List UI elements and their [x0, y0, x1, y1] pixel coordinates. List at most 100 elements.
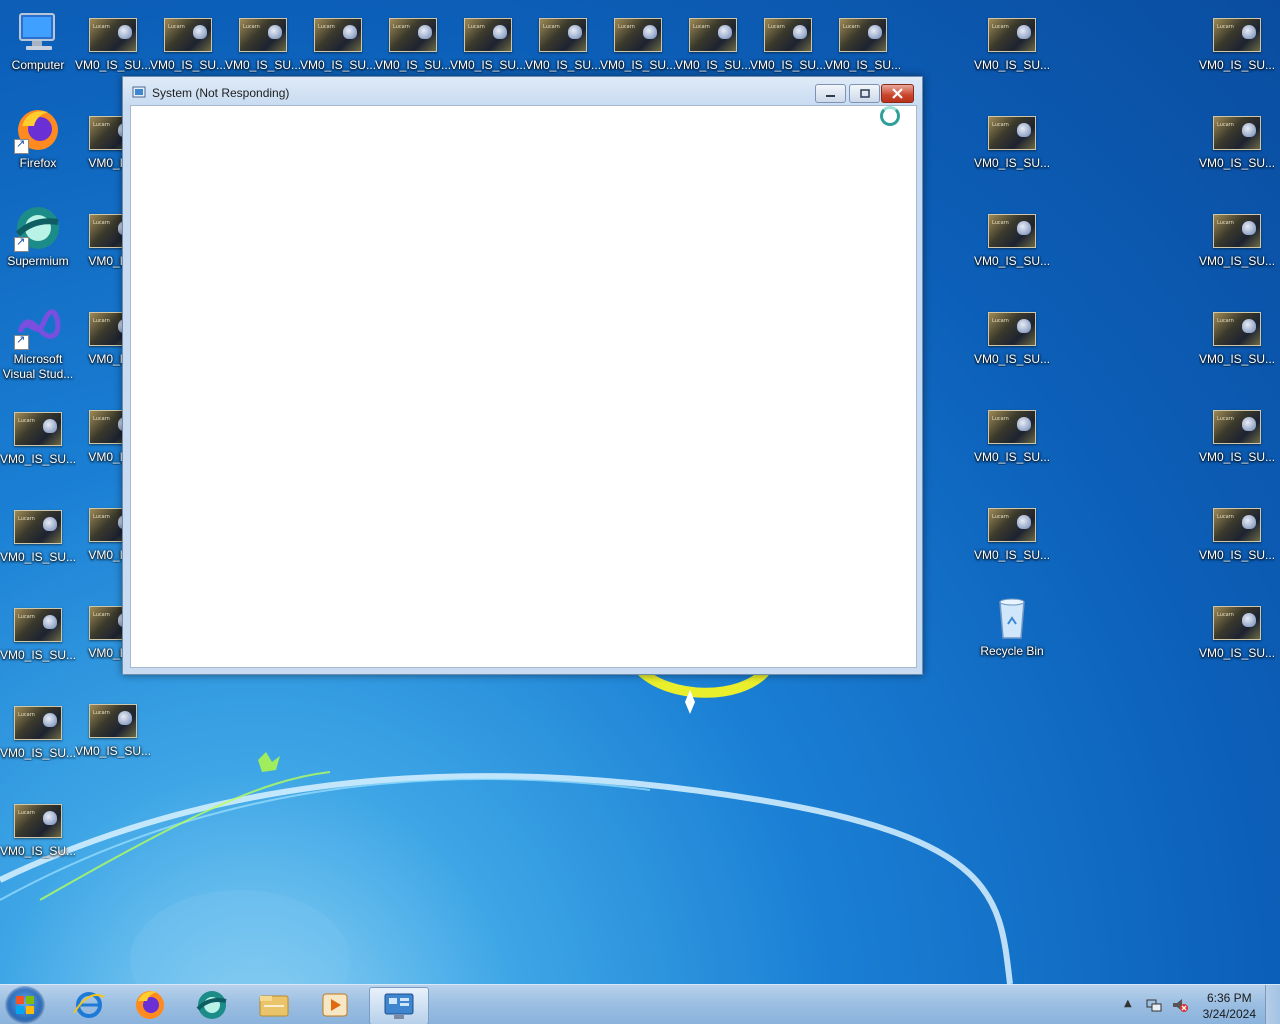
window-titlebar[interactable]: System (Not Responding) [123, 77, 922, 105]
desktop-icon-vm[interactable]: VM0_IS_SU... [974, 14, 1050, 104]
image-thumbnail-icon [988, 410, 1036, 444]
desktop-icon-label: VM0_IS_SU... [1199, 352, 1275, 366]
taskbar-system-window[interactable] [369, 987, 429, 1024]
shortcut-arrow-icon [14, 333, 29, 350]
image-thumbnail-icon [14, 804, 62, 838]
show-desktop-button[interactable] [1265, 985, 1280, 1024]
desktop-icon-vm[interactable]: VM0_IS_SU... [974, 308, 1050, 398]
image-thumbnail-icon [1213, 116, 1261, 150]
desktop-icon-vm[interactable]: VM0_IS_SU... [0, 702, 76, 792]
system-clock[interactable]: 6:36 PM 3/24/2024 [1203, 990, 1256, 1022]
desktop-icon-supermium[interactable]: Supermium [0, 204, 76, 294]
image-thumbnail-icon [239, 18, 287, 52]
image-thumbnail-icon [988, 214, 1036, 248]
desktop-icon-recycle-bin[interactable]: Recycle Bin [974, 594, 1050, 684]
system-window[interactable]: System (Not Responding) [122, 76, 923, 675]
image-thumbnail-icon [1213, 508, 1261, 542]
desktop-icon-label: VM0_IS_SU... [974, 450, 1050, 464]
desktop-icon-label: VM0_IS_SU... [0, 550, 76, 564]
desktop-icon-vm[interactable]: VM0_IS_SU... [0, 506, 76, 596]
desktop-icon-computer[interactable]: Computer [0, 8, 76, 98]
image-thumbnail-icon [1213, 18, 1261, 52]
desktop-icon-label: Microsoft [13, 352, 63, 366]
desktop-icon-label: VM0_IS_SU... [300, 58, 376, 72]
desktop-icon-vm[interactable]: VM0_IS_SU... [1199, 210, 1275, 300]
desktop-icon-vm[interactable]: VM0_IS_SU... [1199, 504, 1275, 594]
taskbar-media-player[interactable] [306, 987, 364, 1023]
desktop-icon-vm[interactable]: VM0_IS_SU... [974, 210, 1050, 300]
window-client-area [130, 105, 917, 668]
desktop-icon-vm[interactable]: VM0_IS_SU... [1199, 14, 1275, 104]
image-thumbnail-icon [988, 116, 1036, 150]
maximize-button[interactable] [849, 84, 880, 103]
recycle-bin-icon [988, 594, 1036, 642]
shortcut-arrow-icon [14, 235, 29, 252]
taskbar-supermium[interactable] [183, 987, 241, 1023]
window-title: System (Not Responding) [152, 86, 290, 100]
desktop-icon-vm[interactable]: VM0_IS_SU... [974, 406, 1050, 496]
desktop-icon-label: VM0_IS_SU... [225, 58, 301, 72]
windows-logo-icon [16, 996, 34, 1014]
shortcut-arrow-icon [14, 137, 29, 154]
desktop-icon-label: VM0_IS_SU... [600, 58, 676, 72]
desktop-icon-label: VM0_IS_SU... [1199, 254, 1275, 268]
taskbar-file-explorer[interactable] [245, 987, 303, 1023]
close-button[interactable] [881, 84, 914, 103]
desktop-icon-label: VM0_IS_SU... [675, 58, 751, 72]
desktop-icon-firefox[interactable]: Firefox [0, 106, 76, 196]
desktop-icon-label: VM0_IS_SU... [450, 58, 526, 72]
desktop-icon-vm[interactable]: VM0_IS_SU... [75, 700, 151, 790]
desktop-icon-label: VM0_IS_SU... [1199, 548, 1275, 562]
desktop-icon-label: VM0_IS_SU... [0, 452, 76, 466]
media-player-icon [322, 993, 348, 1017]
desktop-icon-label: Supermium [7, 254, 69, 268]
desktop-icon-vm[interactable]: VM0_IS_SU... [974, 504, 1050, 594]
desktop-icon-label: VM0_IS_SU... [150, 58, 226, 72]
desktop-icon-vm[interactable]: VM0_IS_SU... [974, 112, 1050, 202]
image-thumbnail-icon [1213, 214, 1261, 248]
desktop-icon-label: VM0_IS_SU... [75, 744, 151, 758]
image-thumbnail-icon [389, 18, 437, 52]
desktop-icon-vm[interactable]: VM0_IS_SU... [1199, 112, 1275, 202]
desktop-icon-vm[interactable]: VM0_IS_SU... [0, 408, 76, 498]
volume-muted-icon[interactable] [1171, 997, 1189, 1013]
desktop-icon-label: VM0_IS_SU... [974, 254, 1050, 268]
desktop[interactable]: Computer Firefox Supermium Microsoft Vis… [0, 0, 1280, 984]
desktop-icon-label: VM0_IS_SU... [750, 58, 826, 72]
folder-icon [259, 995, 289, 1017]
image-thumbnail-icon [314, 18, 362, 52]
desktop-icon-vm[interactable]: VM0_IS_SU... [1199, 602, 1275, 692]
image-thumbnail-icon [464, 18, 512, 52]
desktop-icon-label: VM0_IS_SU... [1199, 156, 1275, 170]
restore-icon [860, 89, 870, 98]
image-thumbnail-icon [689, 18, 737, 52]
minimize-button[interactable] [815, 84, 846, 103]
desktop-icon-vm[interactable]: VM0_IS_SU... [0, 800, 76, 890]
image-thumbnail-icon [89, 18, 137, 52]
desktop-icon-vm[interactable]: VM0_IS_SU... [1199, 308, 1275, 398]
desktop-icon-label: VM0_IS_SU... [825, 58, 901, 72]
desktop-icon-label: VM0_IS_SU... [0, 746, 76, 760]
desktop-icon-vm[interactable]: VM0_IS_SU... [1199, 406, 1275, 496]
internet-explorer-icon [73, 992, 105, 1018]
image-thumbnail-icon [164, 18, 212, 52]
image-thumbnail-icon [1213, 410, 1261, 444]
taskbar: ▲ 6:36 PM 3/24/2024 [0, 984, 1280, 1024]
taskbar-internet-explorer[interactable] [60, 987, 118, 1023]
start-button[interactable] [5, 986, 45, 1024]
network-icon[interactable] [1146, 997, 1162, 1013]
desktop-icon-label: VM0_IS_SU... [375, 58, 451, 72]
desktop-icon-vm[interactable]: VM0_IS_SU... [0, 604, 76, 694]
desktop-icon-label: VM0_IS_SU... [974, 548, 1050, 562]
image-thumbnail-icon [839, 18, 887, 52]
image-thumbnail-icon [14, 608, 62, 642]
desktop-icon-label: VM0_IS_SU... [0, 648, 76, 662]
desktop-icon-label: VM0_IS_SU... [75, 58, 151, 72]
image-thumbnail-icon [988, 18, 1036, 52]
visual-studio-icon [14, 302, 62, 350]
show-hidden-icons-button[interactable]: ▲ [1124, 998, 1132, 1009]
taskbar-firefox[interactable] [121, 987, 179, 1023]
desktop-icon-visual-studio[interactable]: Microsoft Visual Stud... [0, 302, 76, 392]
system-app-icon [132, 86, 146, 98]
supermium-icon [196, 991, 227, 1019]
